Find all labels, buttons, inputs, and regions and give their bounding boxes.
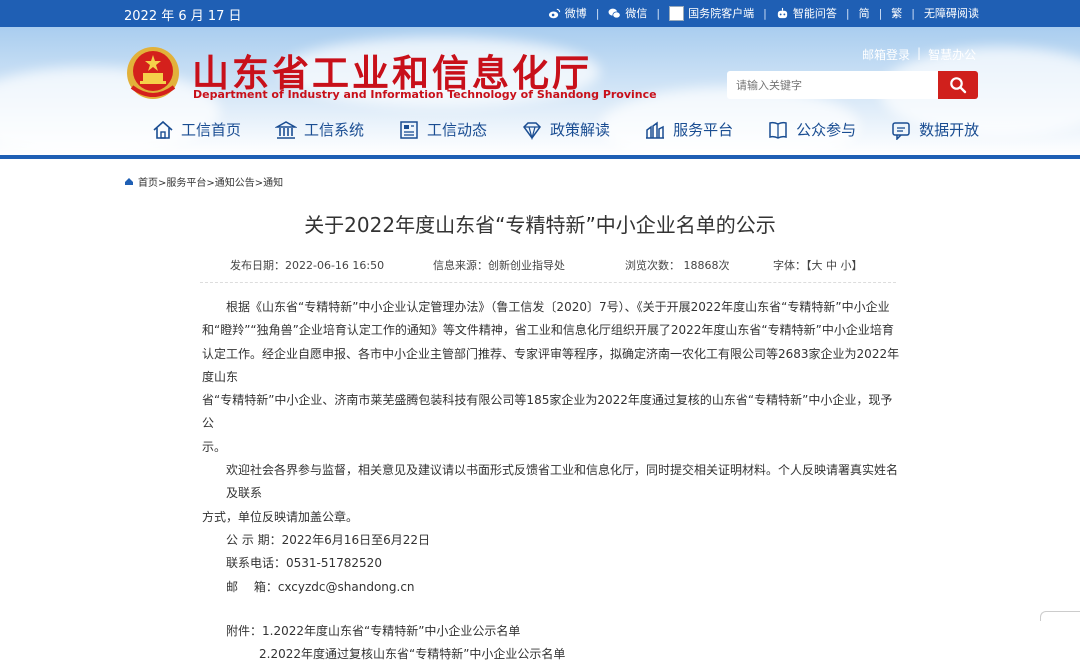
nav-label: 服务平台 [673,121,734,139]
paragraph-1: 根据《山东省“专精特新”中小企业认定管理办法》（鲁工信发〔2020〕7号）、《关… [202,296,900,319]
meta-divider [200,282,896,283]
search-button[interactable] [938,71,978,99]
top-bar: 2022 年 6 月 17 日 微博 | 微信 | 国务院客户端 | 智能问答 … [0,0,1080,27]
smart-qa-label: 智能问答 [792,7,837,20]
weibo-icon [548,8,560,18]
search-box [727,71,978,99]
nav-label: 公众参与 [796,121,857,139]
paragraph-line: 示。 [202,439,227,454]
chat-icon [892,121,910,140]
smart-qa-link[interactable]: 智能问答 [776,5,837,21]
gov-app-label: 国务院客户端 [688,7,755,20]
search-input[interactable] [727,71,938,99]
wechat-label: 微信 [625,7,648,20]
nav-item-service[interactable]: 服务平台 [644,119,733,140]
paragraph-line: 认定工作。经企业自愿申报、各市中小企业主管部门推荐、专家评审等程序，拟确定济南一… [202,346,900,384]
paragraph-line: 省“专精特新”中小企业、济南市莱芜盛腾包装科技有限公司等185家企业为2022年… [202,393,893,431]
home-icon [153,120,173,139]
publish-date: 发布日期：2022-06-16 16:50 [230,259,385,272]
current-date: 2022 年 6 月 17 日 [124,9,242,24]
nav-item-news[interactable]: 工信动态 [398,119,487,140]
paragraph-line: 根据《山东省“专精特新”中小企业认定管理办法》（鲁工信发〔2020〕7号）、《关… [226,300,890,314]
building-icon [275,120,298,139]
wechat-icon [608,8,622,18]
nav-label: 工信系统 [304,121,365,139]
weibo-link[interactable]: 微博 [548,5,587,21]
smart-office-link[interactable]: 智慧办公 [928,46,976,63]
nav-item-public[interactable]: 公众参与 [767,119,856,140]
breadcrumb: 首页>服务平台>通知公告>通知 [124,174,283,189]
simplified-link[interactable]: 简 [859,5,870,21]
breadcrumb-text[interactable]: 首页>服务平台>通知公告>通知 [138,174,283,189]
search-icon [950,77,967,94]
email-login-link[interactable]: 邮箱登录 [862,46,910,63]
news-icon [400,120,418,139]
nav-label: 数据开放 [919,121,980,139]
site-title-en: Department of Industry and Information T… [193,88,657,101]
paragraph-line: 和“瞪羚”“独角兽”企业培育认定工作的通知》等文件精神，省工业和信息化厅组织开展… [202,323,894,338]
weibo-label: 微博 [564,7,587,20]
chart-icon [646,121,665,139]
diamond-icon [523,121,542,140]
traditional-link[interactable]: 繁 [891,5,902,21]
book-icon [769,121,787,139]
nav-item-system[interactable]: 工信系统 [275,119,364,140]
login-links: 邮箱登录 | 智慧办公 [862,46,977,63]
gov-app-link[interactable]: 国务院客户端 [669,5,754,21]
main-nav: 工信首页 工信系统 工信动态 政策解读 服务平台 公众参与 数据开放 [152,119,1013,140]
qr-code-icon [669,5,685,21]
page-corner [1040,611,1080,621]
attachment-link-1[interactable]: 附件：1.2022年度山东省“专精特新”中小企业公示名单 [202,620,900,643]
contact-email: 邮 箱：cxcyzdc@shandong.cn [226,579,415,594]
paragraph-line: 方式，单位反映请加盖公章。 [202,509,359,524]
robot-icon [777,7,787,18]
article-title: 关于2022年度山东省“专精特新”中小企业名单的公示 [304,213,776,237]
nav-item-data[interactable]: 数据开放 [890,119,979,140]
accessibility-link[interactable]: 无障碍阅读 [924,5,979,21]
info-source: 信息来源：创新创业指导处 [433,259,565,272]
publicity-period: 公 示 期：2022年6月16日至6月22日 [226,532,430,547]
nav-label: 工信动态 [427,121,488,139]
nav-label: 工信首页 [181,121,242,139]
header-banner: 山东省工业和信息化厅 Department of Industry and In… [0,27,1080,155]
attachment-link-2[interactable]: 2.2022年度通过复核山东省“专精特新”中小企业公示名单 [202,643,900,666]
font-size-control[interactable]: 字体：【大 中 小】 [773,257,863,273]
article-body: 根据《山东省“专精特新”中小企业认定管理办法》（鲁工信发〔2020〕7号）、《关… [202,296,900,666]
top-links: 微博 | 微信 | 国务院客户端 | 智能问答 | 简 | 繁 | 无障碍阅读 [548,5,979,21]
nav-item-home[interactable]: 工信首页 [152,119,241,140]
wechat-link[interactable]: 微信 [608,5,647,21]
paragraph-line: 欢迎社会各界参与监督，相关意见及建议请以书面形式反馈省工业和信息化厅，同时提交相… [226,463,899,501]
home-icon [125,178,133,185]
nav-item-policy[interactable]: 政策解读 [521,119,610,140]
view-count: 浏览次数： 18868次 [625,259,730,272]
contact-phone: 联系电话：0531-51782520 [226,556,382,571]
nav-label: 政策解读 [550,121,611,139]
national-emblem-icon [127,47,179,99]
nav-divider [0,155,1080,159]
